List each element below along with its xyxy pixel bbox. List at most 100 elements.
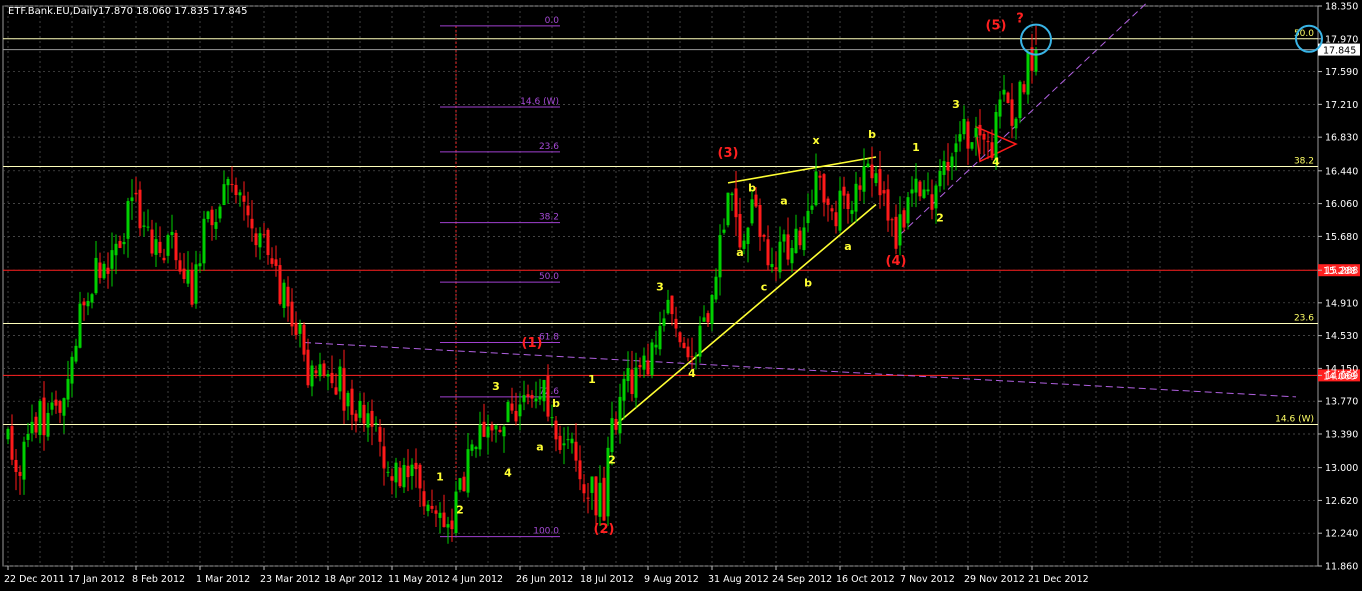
candle-body	[402, 465, 406, 488]
price-tick-label: 18.350	[1325, 2, 1358, 13]
wave-label: x	[812, 134, 819, 147]
candle-body	[350, 388, 354, 415]
candle-body	[70, 356, 74, 384]
candle-body	[570, 438, 574, 444]
time-axis[interactable]: 22 Dec 2011 17 Jan 2012 8 Feb 2012 1 Mar 20…	[4, 566, 1089, 585]
level-label: 14.6 (W)	[1275, 414, 1314, 424]
trend-line[interactable]	[303, 342, 1297, 398]
candle-body	[850, 210, 854, 214]
candle-body	[498, 429, 502, 432]
candle-body	[974, 127, 978, 138]
price-tick-label: 12.620	[1325, 496, 1358, 507]
candle-body	[546, 376, 550, 417]
candle-body	[654, 344, 658, 348]
candle-body	[462, 476, 466, 492]
candle-body	[230, 183, 234, 185]
time-tick-label: 8 Feb 2012	[132, 574, 185, 585]
candle-body	[682, 342, 686, 349]
candle-body	[650, 342, 654, 376]
candle-body	[82, 301, 86, 306]
candle-body	[582, 484, 586, 494]
candle-body	[962, 118, 966, 135]
wave-label: b	[868, 128, 876, 141]
candle-body	[874, 173, 878, 184]
price-chart[interactable]: 50.0 38.2 15.288 23.6 14.069 14.6 (W) 0.0 14.6…	[0, 0, 1362, 591]
candle-body	[550, 417, 554, 419]
candle-body	[58, 400, 62, 413]
candle-body	[274, 259, 278, 266]
candle-body	[822, 174, 826, 203]
ohlc-readout: 17.870 18.060 17.835 17.845	[98, 6, 248, 17]
trend-lines[interactable]	[303, 1, 1297, 426]
candle-body	[182, 268, 186, 280]
price-axis[interactable]: 18.35017.97017.59017.21016.83016.44016.0…	[1318, 2, 1358, 573]
candle-body	[218, 206, 222, 219]
candle-body	[458, 478, 462, 490]
candle-body	[918, 181, 922, 197]
candle-body	[270, 258, 274, 264]
candle-body	[766, 239, 770, 266]
time-tick-label: 11 May 2012	[388, 574, 450, 585]
fib-level-label: 14.6 (W)	[520, 97, 559, 107]
price-tick-label: 14.530	[1325, 331, 1358, 342]
candle-body	[206, 211, 210, 220]
candle-body	[958, 134, 962, 142]
candle-body	[46, 412, 50, 437]
candle-body	[518, 404, 522, 417]
candle-body	[50, 402, 54, 410]
candle-body	[246, 205, 250, 216]
time-tick-label: 16 Oct 2012	[836, 574, 895, 585]
candle-body	[1006, 92, 1010, 103]
chart-window[interactable]: 50.0 38.2 15.288 23.6 14.069 14.6 (W) 0.0 14.6…	[0, 0, 1362, 591]
candle-body	[354, 413, 358, 422]
candle-body	[718, 235, 722, 278]
candle-body	[630, 369, 634, 395]
candle-body	[18, 471, 22, 476]
candle-body	[530, 394, 534, 399]
trend-line[interactable]	[615, 203, 877, 426]
trend-line[interactable]	[727, 156, 877, 184]
wave-label: 4	[504, 466, 512, 479]
candle-body	[286, 286, 290, 307]
candle-body	[646, 360, 650, 375]
candle-body	[66, 378, 70, 400]
candle-body	[326, 374, 330, 377]
candle-body	[102, 263, 106, 279]
candle-body	[690, 356, 694, 358]
price-tick-label: 16.440	[1325, 166, 1358, 177]
candle-body	[866, 163, 870, 168]
wave-label: (3)	[718, 146, 739, 161]
candle-body	[310, 365, 314, 387]
price-tick-label: 11.860	[1325, 562, 1358, 573]
wave-label: 3	[656, 281, 664, 294]
candle-body	[770, 264, 774, 268]
time-tick-label: 9 Aug 2012	[644, 574, 699, 585]
candle-body	[678, 332, 682, 343]
candle-body	[1030, 47, 1034, 71]
price-tick-label: 15.288	[1325, 266, 1358, 277]
candle-body	[750, 199, 754, 224]
level-label: 38.2	[1294, 156, 1314, 166]
candle-body	[78, 303, 82, 348]
horizontal-levels: 50.0 38.2 15.288 23.6 14.069 14.6 (W)	[3, 29, 1360, 425]
candle-body	[814, 171, 818, 206]
candle-body	[574, 441, 578, 461]
candle-body	[610, 418, 614, 453]
overlay-layer: 17.845	[3, 23, 1360, 57]
fibonacci-retracement[interactable]: 0.014.6 (W)23.638.250.061.872.6100.0	[440, 16, 560, 538]
candle-body	[894, 216, 898, 249]
candle-body	[122, 241, 126, 245]
candle-body	[738, 214, 742, 248]
candle-body	[790, 248, 794, 264]
candle-body	[642, 355, 646, 370]
candle-body	[1018, 81, 1022, 119]
candle-body	[534, 398, 538, 402]
candle-body	[466, 449, 470, 493]
candle-body	[378, 426, 382, 442]
candle-body	[870, 164, 874, 179]
candle-body	[370, 410, 374, 427]
wave-label: a	[780, 194, 787, 207]
wave-label: 2	[936, 212, 944, 225]
candle-body	[1022, 84, 1026, 93]
candle-body	[986, 141, 990, 143]
